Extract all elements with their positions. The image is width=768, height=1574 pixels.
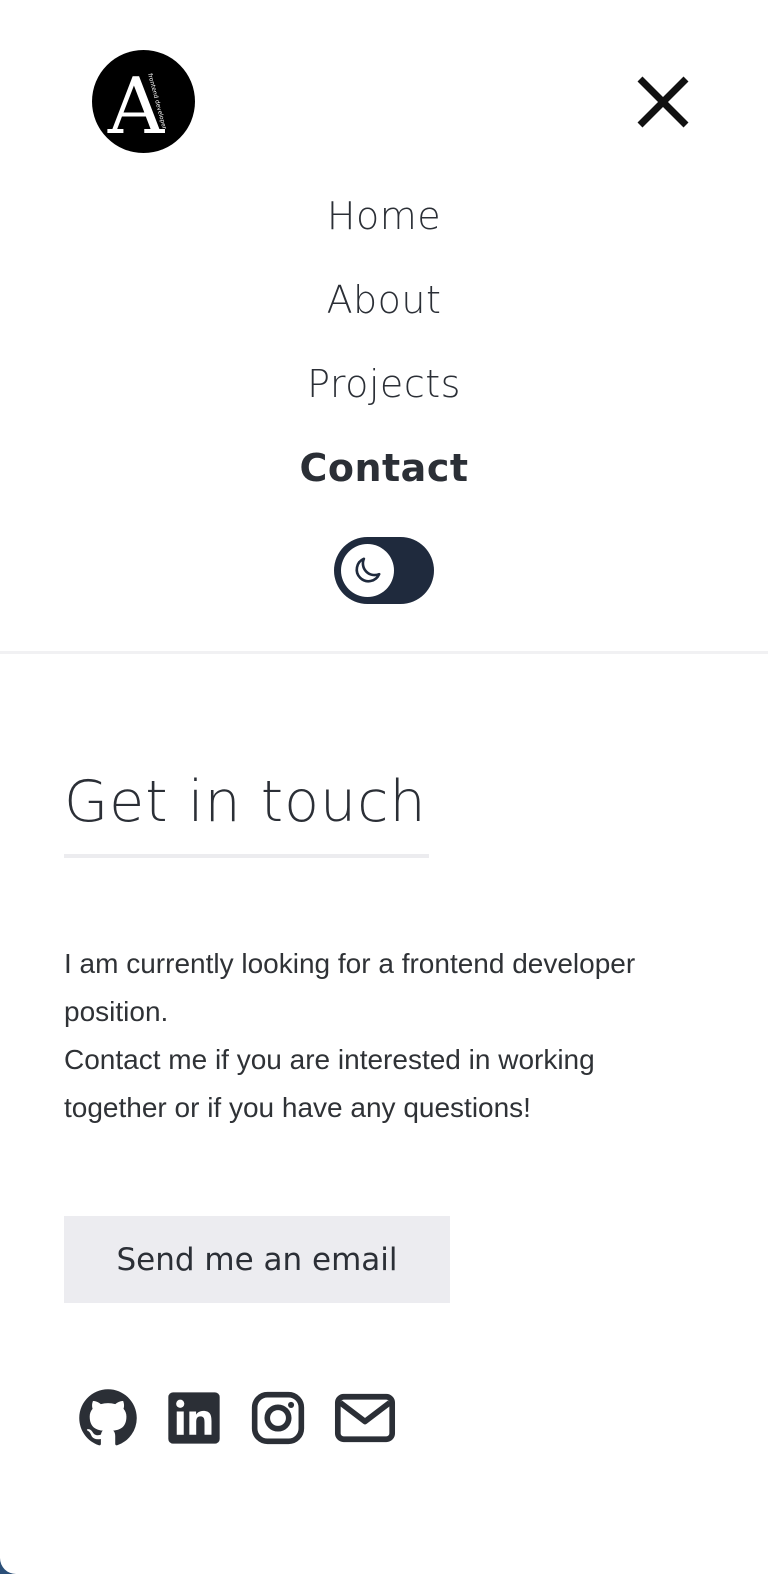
logo[interactable]: A frontend developer [92,50,195,153]
theme-toggle-knob [341,544,394,597]
page: A frontend developer Home About Projects… [0,0,768,1574]
github-icon [79,1389,137,1446]
envelope-icon [334,1393,396,1443]
site-header: A frontend developer Home About Projects… [0,0,768,654]
nav-about[interactable]: About [0,272,768,356]
contact-paragraph-1: I am currently looking for a frontend de… [64,948,636,1027]
page-title: Get in touch [64,769,427,835]
send-email-button[interactable]: Send me an email [64,1216,450,1303]
contact-text: I am currently looking for a frontend de… [64,940,704,1132]
linkedin-icon [168,1392,220,1444]
theme-toggle[interactable] [334,537,434,604]
github-link[interactable] [78,1388,138,1448]
title-underline [64,854,429,858]
close-icon [637,76,689,128]
email-link[interactable] [334,1392,396,1444]
main-nav: Home About Projects Contact [0,188,768,524]
nav-projects[interactable]: Projects [0,356,768,440]
contact-section: Get in touch I am currently looking for … [64,760,704,1303]
instagram-link[interactable] [250,1390,306,1446]
contact-paragraph-2: Contact me if you are interested in work… [64,1044,595,1123]
social-links [78,1387,424,1449]
nav-contact[interactable]: Contact [0,440,768,524]
moon-icon [355,557,381,583]
instagram-icon [251,1391,305,1445]
close-menu-button[interactable] [636,75,690,129]
nav-home[interactable]: Home [0,188,768,272]
linkedin-link[interactable] [166,1390,222,1446]
